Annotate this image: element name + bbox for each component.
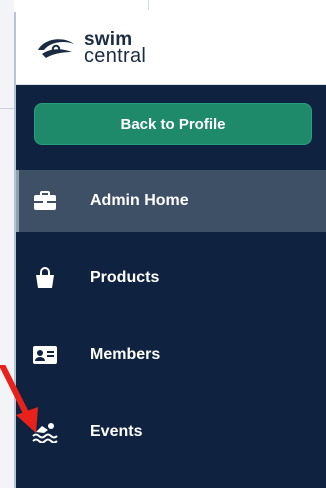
- sidebar: swim central Back to Profile Admin Home: [14, 12, 326, 488]
- sidebar-item-members[interactable]: Members: [16, 324, 326, 386]
- annotation-arrow-icon: [0, 365, 38, 433]
- sidebar-item-label: Products: [90, 269, 160, 286]
- sidebar-item-admin-home[interactable]: Admin Home: [16, 170, 326, 232]
- sidebar-item-label: Admin Home: [90, 192, 189, 209]
- background-divider: [148, 0, 149, 10]
- briefcase-icon: [30, 188, 60, 214]
- brand-header[interactable]: swim central: [16, 12, 326, 85]
- shopping-bag-icon: [30, 265, 60, 291]
- brand-line2: central: [84, 45, 147, 67]
- brand-wordmark: swim central: [84, 30, 147, 67]
- swim-central-logo-icon: [38, 39, 74, 58]
- sidebar-item-label: Events: [90, 423, 143, 440]
- sidebar-item-label: Members: [90, 346, 161, 363]
- back-to-profile-button[interactable]: Back to Profile: [34, 103, 312, 145]
- sidebar-item-events[interactable]: Events: [16, 401, 326, 463]
- sidebar-item-products[interactable]: Products: [16, 247, 326, 309]
- sidebar-nav: Admin Home Products Members Events: [16, 170, 326, 478]
